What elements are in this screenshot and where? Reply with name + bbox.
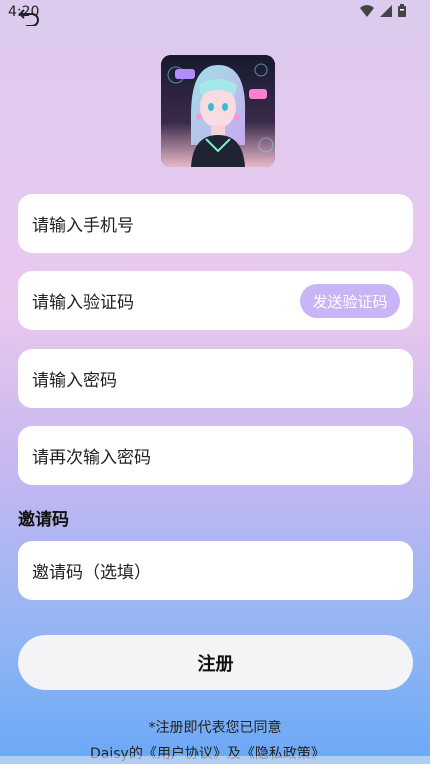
confirm-password-placeholder: 请再次输入密码 <box>32 448 151 468</box>
verification-code-field[interactable]: 请输入验证码 发送验证码 <box>18 271 413 330</box>
invite-code-field[interactable]: 邀请码（选填） <box>18 541 413 600</box>
phone-field[interactable]: 请输入手机号 <box>18 194 413 253</box>
wifi-icon <box>360 4 374 17</box>
send-code-button[interactable]: 发送验证码 <box>300 284 400 318</box>
bottom-fade <box>0 756 430 764</box>
password-placeholder: 请输入密码 <box>32 371 117 391</box>
invite-section-label: 邀请码 <box>18 510 69 530</box>
code-placeholder: 请输入验证码 <box>32 293 134 313</box>
agreement-notice: *注册即代表您已同意 <box>148 720 282 736</box>
password-field[interactable]: 请输入密码 <box>18 349 413 408</box>
back-icon[interactable] <box>18 6 42 27</box>
register-button[interactable]: 注册 <box>18 635 413 690</box>
app-avatar <box>161 55 275 167</box>
status-bar: 4:20 <box>0 0 430 27</box>
phone-placeholder: 请输入手机号 <box>32 216 134 236</box>
battery-icon <box>398 4 406 17</box>
status-icons <box>360 4 406 17</box>
signal-icon <box>380 4 392 17</box>
confirm-password-field[interactable]: 请再次输入密码 <box>18 426 413 485</box>
invite-placeholder: 邀请码（选填） <box>32 563 151 583</box>
